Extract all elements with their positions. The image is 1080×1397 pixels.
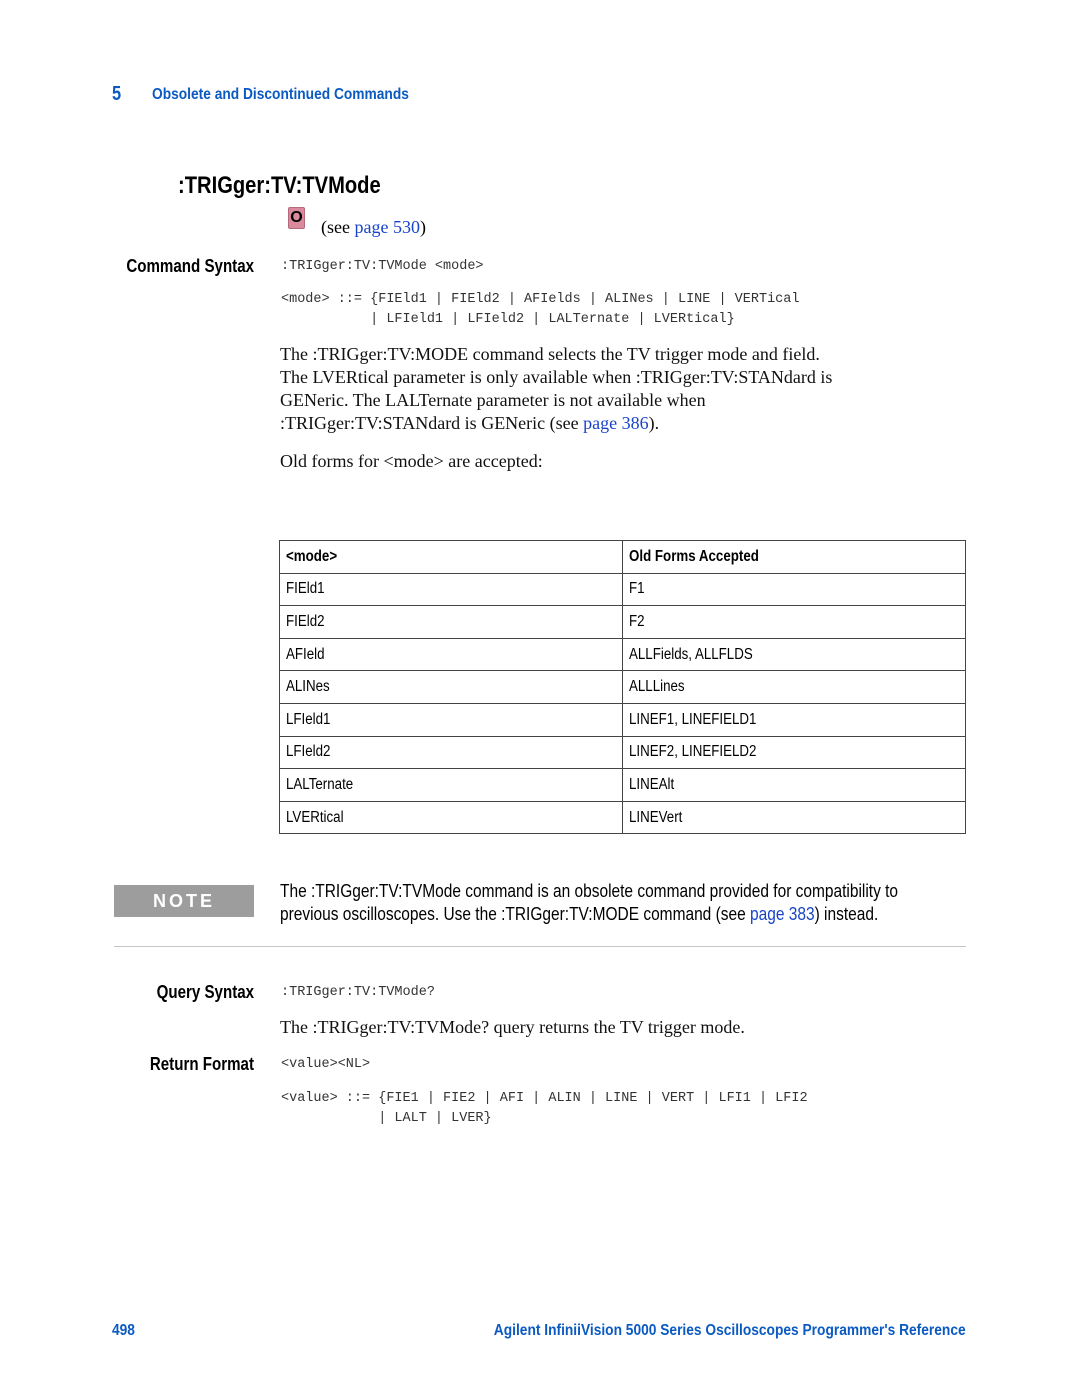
old-form-cell: ALLLines [622, 670, 966, 704]
old-form-cell: LINEF1, LINEFIELD1 [622, 702, 966, 737]
description-line-2: The LVERtical parameter is only availabl… [280, 367, 833, 387]
table-row: LALTernate LINEAlt [279, 768, 966, 802]
value-definition-line-2: | LALT | LVER} [281, 1111, 492, 1126]
mode-cell: LALTernate [279, 768, 623, 802]
note-line-2: previous oscilloscopes. Use the :TRIGger… [280, 903, 898, 926]
old-form-cell: LINEAlt [622, 768, 966, 802]
mode-cell: LVERtical [279, 800, 623, 835]
chapter-number: 5 [112, 83, 122, 105]
see-suffix: ) [419, 217, 426, 237]
mode-cell: LFIeld1 [279, 702, 623, 737]
chapter-title: Obsolete and Discontinued Commands [152, 86, 409, 103]
query-description: The :TRIGger:TV:TVMode? query returns th… [280, 1017, 745, 1037]
table-row: LVERtical LINEVert [279, 800, 966, 835]
command-syntax-label: Command Syntax [126, 256, 254, 276]
old-form-cell: F2 [622, 605, 966, 639]
old-form-cell: LINEVert [622, 800, 966, 835]
standard-page-link[interactable]: page 386 [583, 413, 648, 433]
old-form-cell: LINEF2, LINEFIELD2 [622, 735, 966, 770]
description-line-4-suffix: ). [648, 413, 660, 433]
return-format-text: <value><NL> [281, 1057, 371, 1072]
note-line-2-suffix: ) instead. [814, 904, 879, 924]
old-form-cell: ALLFields, ALLFLDS [622, 637, 966, 672]
mode-cell: FIEld2 [279, 605, 623, 639]
see-page-link[interactable]: page 530 [354, 217, 419, 237]
note-badge: NOTE [114, 885, 254, 917]
query-syntax-label: Query Syntax [156, 982, 254, 1002]
mode-cell: LFIeld2 [279, 735, 623, 770]
table-row: ALINes ALLLines [279, 670, 966, 704]
table-row: LFIeld2 LINEF2, LINEFIELD2 [279, 735, 966, 770]
query-syntax-text: :TRIGger:TV:TVMode? [281, 985, 435, 1000]
book-title: Agilent InfiniiVision 5000 Series Oscill… [494, 1322, 966, 1339]
see-prefix: (see [321, 217, 355, 237]
old-form-cell: F1 [622, 572, 966, 607]
see-reference: (see page 530) [321, 217, 426, 238]
old-forms-text: Old forms for <mode> are accepted: [280, 451, 543, 471]
command-title: :TRIGger:TV:TVMode [178, 172, 381, 199]
description-line-3: GENeric. The LALTernate parameter is not… [280, 390, 706, 410]
mode-definition-line-1: <mode> ::= {FIEld1 | FIEld2 | AFIelds | … [281, 292, 800, 307]
mode-definition-line-2: | LFIeld1 | LFIeld2 | LALTernate | LVERt… [281, 312, 735, 327]
return-format-label: Return Format [149, 1054, 254, 1074]
note-line-2-prefix: previous oscilloscopes. Use the :TRIGger… [280, 904, 751, 924]
header-mode: <mode> [279, 540, 623, 574]
obsolete-badge-text: O [290, 209, 303, 226]
obsolete-icon: O [288, 207, 305, 229]
page-number: 498 [112, 1322, 135, 1339]
mode-page-link[interactable]: page 383 [750, 904, 815, 924]
table-header-row: <mode> Old Forms Accepted [279, 540, 966, 574]
command-description: The :TRIGger:TV:MODE command selects the… [280, 343, 970, 435]
note-divider [114, 946, 966, 947]
description-line-4-prefix: :TRIGger:TV:STANdard is GENeric (see [280, 413, 584, 433]
value-definition-line-1: <value> ::= {FIE1 | FIE2 | AFI | ALIN | … [281, 1091, 808, 1106]
table-row: FIEld1 F1 [279, 572, 966, 607]
mode-cell: FIEld1 [279, 572, 623, 607]
description-line-1: The :TRIGger:TV:MODE command selects the… [280, 344, 820, 364]
old-forms-table: <mode> Old Forms Accepted FIEld1 F1 FIEld… [279, 540, 966, 835]
description-line-4: :TRIGger:TV:STANdard is GENeric (see pag… [280, 412, 970, 435]
note-line-1: The :TRIGger:TV:TVMode command is an obs… [280, 881, 899, 901]
mode-cell: AFIeld [279, 637, 623, 672]
table-row: AFIeld ALLFields, ALLFLDS [279, 637, 966, 672]
table-row: LFIeld1 LINEF1, LINEFIELD1 [279, 702, 966, 737]
mode-cell: ALINes [279, 670, 623, 704]
note-text: The :TRIGger:TV:TVMode command is an obs… [280, 880, 898, 926]
table-row: FIEld2 F2 [279, 605, 966, 639]
command-syntax-text: :TRIGger:TV:TVMode <mode> [281, 259, 484, 274]
header-old-forms: Old Forms Accepted [622, 540, 966, 574]
